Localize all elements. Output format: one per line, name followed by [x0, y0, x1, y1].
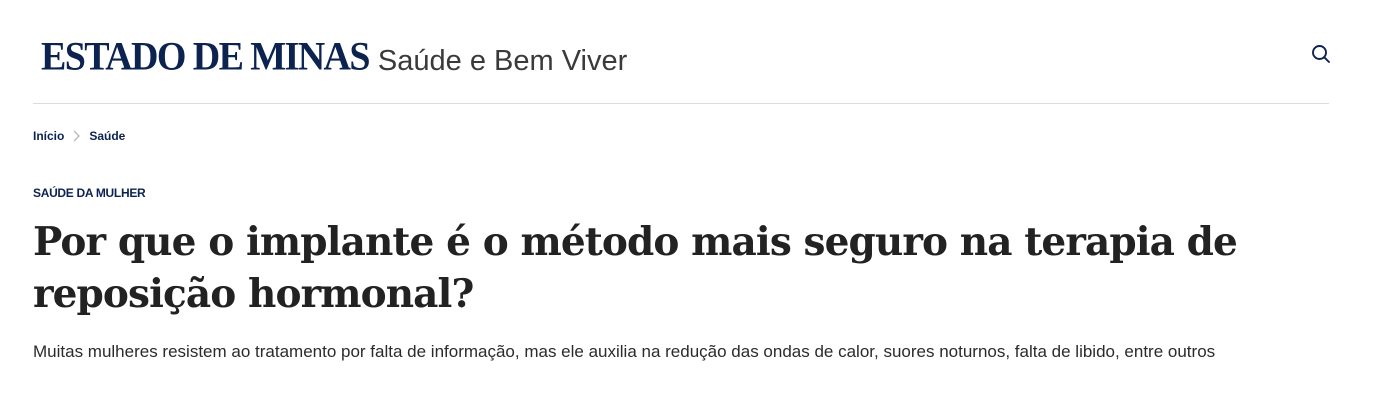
breadcrumb-item-saude[interactable]: Saúde [89, 129, 125, 143]
site-header: ESTADO DE MINAS Saúde e Bem Viver [33, 0, 1330, 104]
search-icon [1312, 45, 1330, 63]
article-kicker[interactable]: SAÚDE DA MULHER [33, 186, 146, 200]
section-name: Saúde e Bem Viver [377, 45, 628, 77]
article-title: Por que o implante é o método mais segur… [33, 219, 1238, 317]
breadcrumb: Início Saúde [33, 129, 125, 143]
article-subtitle: Muitas mulheres resistem ao tratamento p… [33, 342, 1216, 361]
brand-name: ESTADO DE MINAS [41, 34, 371, 80]
chevron-right-icon [73, 130, 81, 142]
breadcrumb-item-inicio[interactable]: Início [33, 129, 64, 143]
brand-logo[interactable]: ESTADO DE MINAS Saúde e Bem Viver [41, 34, 628, 81]
search-button[interactable] [1301, 34, 1341, 74]
